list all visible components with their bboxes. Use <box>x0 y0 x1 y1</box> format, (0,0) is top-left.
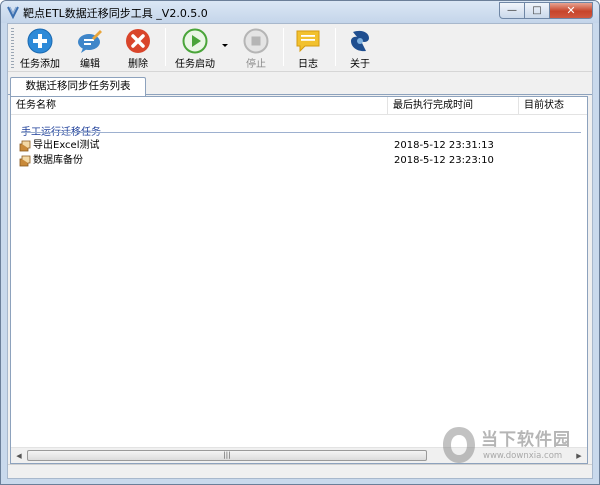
tab-strip: 数据迁移同步任务列表 <box>8 76 592 96</box>
start-dropdown-arrow-icon[interactable] <box>222 44 228 47</box>
minimize-icon: — <box>507 5 517 16</box>
maximize-icon: □ <box>532 5 542 16</box>
log-button[interactable]: 日志 <box>288 26 328 70</box>
scrollbar-grip-icon: ||| <box>223 451 231 459</box>
minimize-button[interactable]: — <box>499 2 525 19</box>
client-area: 任务添加 编辑 删除 任务启动 停止 日志 关于 数据迁移同步任务列表 任务名称… <box>7 23 593 479</box>
window-controls: — □ ✕ <box>499 2 593 19</box>
stop-button[interactable]: 停止 <box>236 26 276 70</box>
add-task-label: 任务添加 <box>20 59 60 70</box>
play-icon <box>182 28 208 54</box>
delete-icon <box>126 29 150 53</box>
delete-label: 删除 <box>128 59 148 70</box>
toolbar: 任务添加 编辑 删除 任务启动 停止 日志 关于 <box>8 24 592 72</box>
edit-button[interactable]: 编辑 <box>70 26 110 70</box>
tab-task-list[interactable]: 数据迁移同步任务列表 <box>10 77 146 96</box>
scrollbar-thumb[interactable]: ||| <box>27 450 427 461</box>
close-icon: ✕ <box>566 4 576 17</box>
stop-icon <box>243 28 269 54</box>
toolbar-separator <box>335 28 336 66</box>
task-icon <box>19 155 31 167</box>
column-header-task-name[interactable]: 任务名称 <box>11 97 388 115</box>
toolbar-grip[interactable] <box>11 28 14 68</box>
scroll-left-arrow-icon[interactable]: ◀ <box>11 448 27 463</box>
plus-icon <box>27 28 53 54</box>
about-logo-icon <box>351 30 369 52</box>
delete-button[interactable]: 删除 <box>118 26 158 70</box>
app-icon <box>7 6 19 19</box>
start-task-label: 任务启动 <box>175 59 215 70</box>
task-list[interactable]: 任务名称 最后执行完成时间 目前状态 手工运行迁移任务 导出Excel测试 20… <box>10 96 588 464</box>
toolbar-separator <box>283 28 284 66</box>
group-header[interactable]: 手工运行迁移任务 <box>21 123 101 138</box>
column-header-status[interactable]: 目前状态 <box>519 97 587 115</box>
log-label: 日志 <box>298 59 318 70</box>
window-title: 靶点ETL数据迁移同步工具 _V2.0.5.0 <box>23 7 208 20</box>
task-icon <box>19 140 31 152</box>
maximize-button[interactable]: □ <box>525 2 550 19</box>
task-name: 数据库备份 <box>33 155 83 166</box>
status-bar <box>8 464 592 478</box>
task-last-run: 2018-5-12 23:31:13 <box>394 140 494 151</box>
start-task-button[interactable]: 任务启动 <box>170 26 220 70</box>
about-label: 关于 <box>350 59 370 70</box>
column-header-last-run[interactable]: 最后执行完成时间 <box>388 97 519 115</box>
toolbar-separator <box>165 28 166 66</box>
stop-label: 停止 <box>246 59 266 70</box>
table-row[interactable]: 导出Excel测试 2018-5-12 23:31:13 <box>19 139 579 153</box>
list-header: 任务名称 最后执行完成时间 目前状态 <box>11 97 587 115</box>
log-icon <box>296 30 320 53</box>
close-button[interactable]: ✕ <box>550 2 593 19</box>
scroll-right-arrow-icon[interactable]: ▶ <box>571 448 587 463</box>
edit-label: 编辑 <box>80 59 100 70</box>
horizontal-scrollbar[interactable]: ◀ ||| ▶ <box>11 447 587 463</box>
task-last-run: 2018-5-12 23:23:10 <box>394 155 494 166</box>
edit-icon <box>78 30 102 53</box>
title-bar[interactable]: 靶点ETL数据迁移同步工具 _V2.0.5.0 — □ ✕ <box>1 1 599 23</box>
table-row[interactable]: 数据库备份 2018-5-12 23:23:10 <box>19 154 579 168</box>
group-divider <box>21 132 581 133</box>
add-task-button[interactable]: 任务添加 <box>16 26 64 70</box>
about-button[interactable]: 关于 <box>340 26 380 70</box>
app-window: 靶点ETL数据迁移同步工具 _V2.0.5.0 — □ ✕ 任务添加 编辑 删除… <box>0 0 600 485</box>
task-name: 导出Excel测试 <box>33 140 100 151</box>
